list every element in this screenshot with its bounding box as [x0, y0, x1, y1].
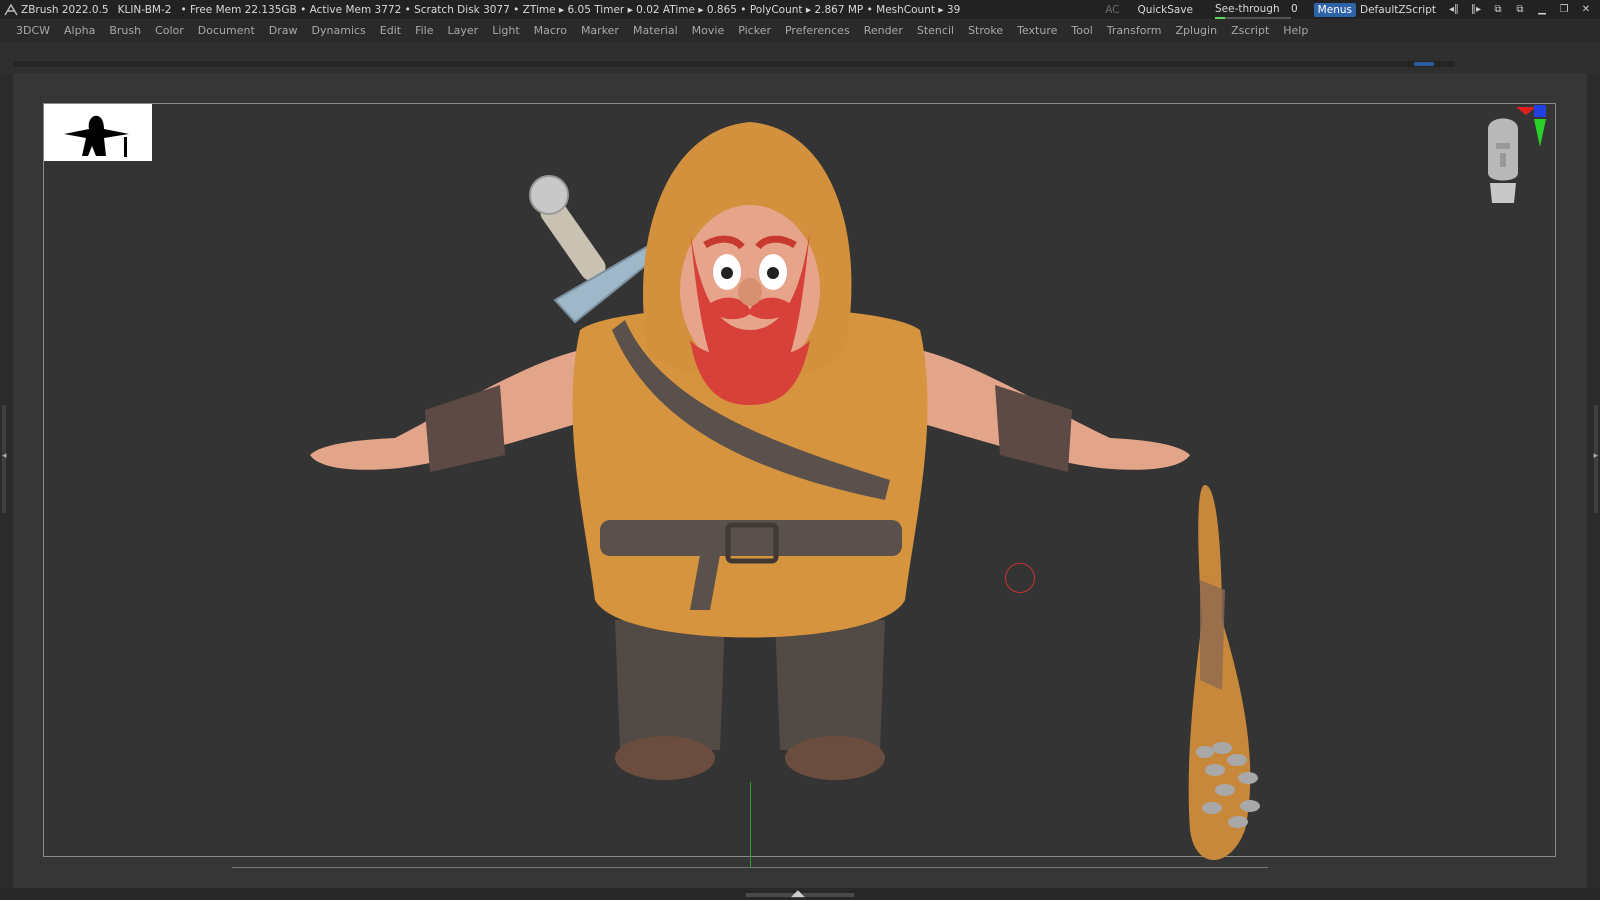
- axis-x-icon: [1516, 107, 1536, 115]
- club-model[interactable]: [1188, 485, 1260, 860]
- axis-z-icon: [1534, 105, 1546, 117]
- y-axis-line: [750, 782, 751, 868]
- silhouette-thumbnail: [44, 104, 152, 161]
- sword-model[interactable]: [529, 175, 657, 324]
- face: [680, 205, 820, 405]
- character-model[interactable]: [0, 0, 1600, 900]
- bottom-tray-arrow-icon[interactable]: ◢◣: [791, 890, 805, 899]
- right-arm: [910, 350, 1190, 472]
- left-arm: [310, 350, 590, 472]
- navigation-head-gizmo[interactable]: [1468, 103, 1558, 213]
- axis-y-icon: [1534, 119, 1546, 147]
- legs: [615, 620, 885, 780]
- brush-cursor: [1005, 563, 1035, 593]
